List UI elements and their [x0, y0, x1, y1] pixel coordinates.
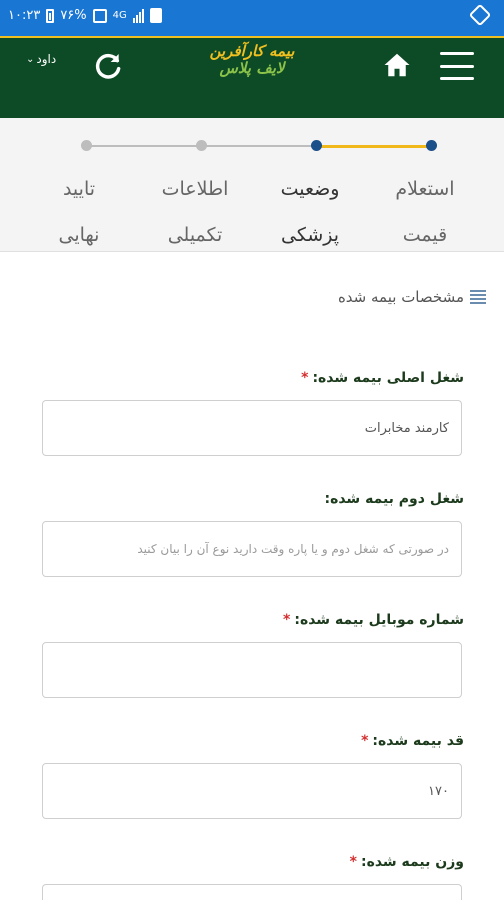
user-name: داود — [36, 52, 57, 66]
section-title: مشخصات بیمه شده — [338, 288, 486, 306]
status-bar: ۱۰:۲۳ ۷۶% 4G — [0, 0, 504, 36]
progress-stepper: استعلام قیمت وضعیت پزشکی اطلاعات تکمیلی تای… — [0, 118, 504, 252]
weight-label: وزن بیمه شده:* — [349, 854, 464, 870]
step-dot-2 — [311, 140, 322, 151]
step-label-4[interactable]: تایید نهایی — [24, 166, 134, 258]
logo-line2: لایف پلاس — [219, 59, 285, 77]
signal-icon — [132, 8, 144, 23]
height-input[interactable]: ۱۷۰ — [42, 763, 462, 819]
main-job-input[interactable]: کارمند مخابرات — [42, 400, 462, 456]
user-menu[interactable]: ⌄ داود — [26, 52, 56, 66]
battery-percent: ۷۶% — [60, 8, 87, 23]
weight-input[interactable] — [42, 884, 462, 900]
sim-icon — [149, 8, 162, 23]
network-type: 4G — [112, 10, 127, 21]
step-label-3[interactable]: اطلاعات تکمیلی — [140, 166, 250, 258]
logo-line1: بیمه کارآفرین — [209, 42, 295, 60]
main-job-label: شغل اصلی بیمه شده:* — [301, 370, 464, 386]
mobile-input[interactable] — [42, 642, 462, 698]
second-job-input[interactable]: در صورتی که شغل دوم و یا پاره وقت دارید … — [42, 521, 462, 577]
height-label: قد بیمه شده:* — [361, 733, 464, 749]
home-icon[interactable] — [382, 50, 412, 80]
status-right — [468, 3, 492, 27]
mobile-label: شماره موبایل بیمه شده:* — [283, 612, 464, 628]
step-dot-1 — [426, 140, 437, 151]
menu-icon[interactable] — [440, 52, 474, 80]
refresh-icon[interactable] — [92, 50, 124, 82]
app-logo: بیمه کارآفرین لایف پلاس — [200, 44, 304, 84]
gallery-icon — [92, 8, 107, 23]
chevron-down-icon: ⌄ — [26, 53, 35, 65]
status-left: ۱۰:۲۳ ۷۶% 4G — [8, 8, 162, 23]
step-dot-3 — [196, 140, 207, 151]
list-icon — [470, 290, 486, 304]
second-job-label: شغل دوم بیمه شده: — [324, 491, 464, 507]
step-label-2[interactable]: وضعیت پزشکی — [255, 166, 365, 258]
battery-icon — [46, 8, 55, 23]
step-track-progress — [316, 145, 431, 148]
clock: ۱۰:۲۳ — [8, 8, 41, 23]
step-label-1[interactable]: استعلام قیمت — [370, 166, 480, 258]
app-header: بیمه کارآفرین لایف پلاس ⌄ داود — [0, 36, 504, 118]
mute-icon — [468, 3, 492, 27]
step-dot-4 — [81, 140, 92, 151]
